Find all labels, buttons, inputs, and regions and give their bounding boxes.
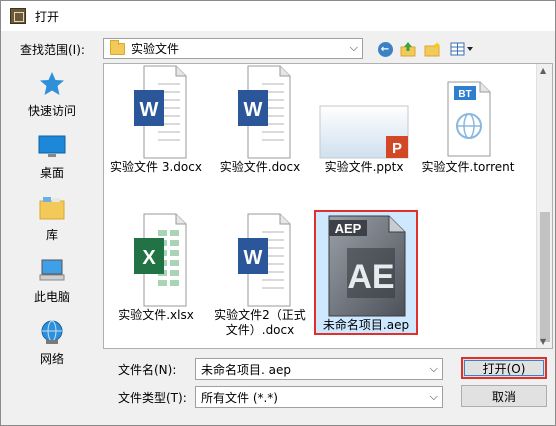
app-icon: [10, 8, 26, 24]
view-grid-icon: [450, 42, 473, 56]
file-item-pptx[interactable]: P 实验文件.pptx: [312, 64, 416, 175]
word-doc-icon: W: [134, 65, 187, 159]
view-menu-button[interactable]: [449, 40, 475, 58]
open-button[interactable]: 打开(O): [461, 357, 547, 379]
network-icon: [41, 320, 63, 344]
file-name: 未命名项目.aep: [322, 318, 410, 332]
file-item-word-3[interactable]: W 实验文件 3.docx: [104, 64, 208, 175]
powerpoint-file-icon: P: [319, 105, 409, 159]
scroll-thumb[interactable]: [540, 212, 550, 342]
filetype-select[interactable]: 所有文件 (*.*) ⌵: [195, 386, 443, 408]
excel-doc-icon: X: [134, 213, 187, 307]
new-folder-icon: [424, 42, 440, 57]
scroll-down-arrow-icon[interactable]: ▼: [540, 337, 546, 346]
word-doc-icon: W: [238, 213, 291, 307]
scroll-up-arrow-icon[interactable]: ▲: [540, 66, 546, 75]
back-button[interactable]: ←: [375, 40, 395, 58]
filename-label: 文件名(N):: [118, 362, 177, 377]
filename-value: 未命名项目. aep: [201, 362, 291, 377]
file-name: 实验文件.torrent: [421, 160, 515, 174]
sidebar-item-label: 此电脑: [33, 290, 70, 304]
file-item-xlsx[interactable]: X 实验文件.xlsx: [104, 212, 208, 323]
filename-row: 文件名(N): 未命名项目. aep ⌵ 打开(O): [1, 357, 555, 381]
open-button-label: 打开(O): [482, 361, 526, 376]
vertical-scrollbar[interactable]: ▲ ▼: [536, 64, 552, 348]
file-name: 实验文件.pptx: [324, 160, 404, 174]
sidebar-item-label: 库: [45, 228, 58, 242]
new-folder-button[interactable]: [423, 40, 443, 58]
file-name: 实验文件.docx: [219, 160, 301, 174]
word-glyph: W: [140, 99, 159, 121]
sidebar-item-desktop[interactable]: 桌面: [9, 129, 95, 185]
file-name: 实验文件.xlsx: [118, 308, 194, 322]
file-item-word[interactable]: W 实验文件.docx: [208, 64, 312, 175]
aep-banner-text: AEP: [335, 221, 362, 236]
lookin-row: 查找范围(I): 实验文件 ⌵ ←: [1, 37, 555, 61]
file-item-aep-selected[interactable]: AEP AE 未命名项目.aep: [314, 210, 418, 335]
open-file-dialog: 打开 查找范围(I): 实验文件 ⌵ ← 快速访问 桌面 库 此电脑 网络 W …: [0, 0, 556, 426]
lookin-label: 查找范围(I):: [20, 42, 85, 57]
cancel-button-label: 取消: [491, 389, 516, 404]
ppt-glyph: P: [392, 140, 402, 157]
file-list-pane[interactable]: W 实验文件 3.docx W 实验文件.docx P 实验文件.pptx BT…: [103, 63, 553, 349]
chevron-down-icon[interactable]: ⌵: [430, 362, 438, 376]
sidebar-item-label: 快速访问: [27, 104, 76, 118]
after-effects-project-icon: AEP AE: [328, 215, 406, 317]
file-name: 实验文件 3.docx: [110, 160, 202, 174]
chevron-down-icon[interactable]: ⌵: [350, 41, 358, 55]
sidebar-item-label: 桌面: [39, 166, 64, 180]
excel-glyph: X: [142, 247, 156, 269]
lookin-value: 实验文件: [131, 42, 180, 56]
library-icon: [39, 197, 65, 220]
cancel-button[interactable]: 取消: [461, 385, 547, 407]
places-sidebar: 快速访问 桌面 库 此电脑 网络: [9, 63, 95, 366]
title-bar: 打开: [1, 1, 555, 31]
sidebar-item-this-pc[interactable]: 此电脑: [9, 253, 95, 309]
up-one-level-button[interactable]: [399, 40, 419, 58]
file-item-word-2[interactable]: W 实验文件2（正式文件）.docx: [208, 212, 312, 338]
folder-icon: [110, 39, 125, 55]
lookin-combobox[interactable]: 实验文件 ⌵: [103, 38, 363, 59]
filename-input[interactable]: 未命名项目. aep ⌵: [195, 358, 443, 380]
file-name: 实验文件2（正式文件）.docx: [214, 308, 306, 337]
file-item-torrent[interactable]: BT 实验文件.torrent: [416, 64, 520, 175]
sidebar-item-quick-access[interactable]: 快速访问: [9, 67, 95, 123]
filetype-label: 文件类型(T):: [118, 390, 187, 405]
up-folder-icon: [400, 42, 416, 57]
torrent-file-icon: BT: [447, 81, 491, 157]
word-glyph: W: [244, 247, 263, 269]
star-icon: [40, 72, 64, 95]
filetype-row: 文件类型(T): 所有文件 (*.*) ⌵ 取消: [1, 385, 555, 409]
chevron-down-icon[interactable]: ⌵: [430, 390, 438, 404]
word-glyph: W: [244, 99, 263, 121]
filetype-value: 所有文件 (*.*): [201, 390, 278, 405]
sidebar-item-libraries[interactable]: 库: [9, 191, 95, 247]
computer-icon: [39, 259, 65, 281]
torrent-glyph: BT: [458, 89, 471, 100]
window-title: 打开: [35, 9, 60, 24]
word-doc-icon: W: [238, 65, 291, 159]
desktop-icon: [38, 135, 66, 157]
aep-glyph: AE: [347, 258, 394, 296]
back-arrow-icon: ←: [377, 41, 393, 57]
